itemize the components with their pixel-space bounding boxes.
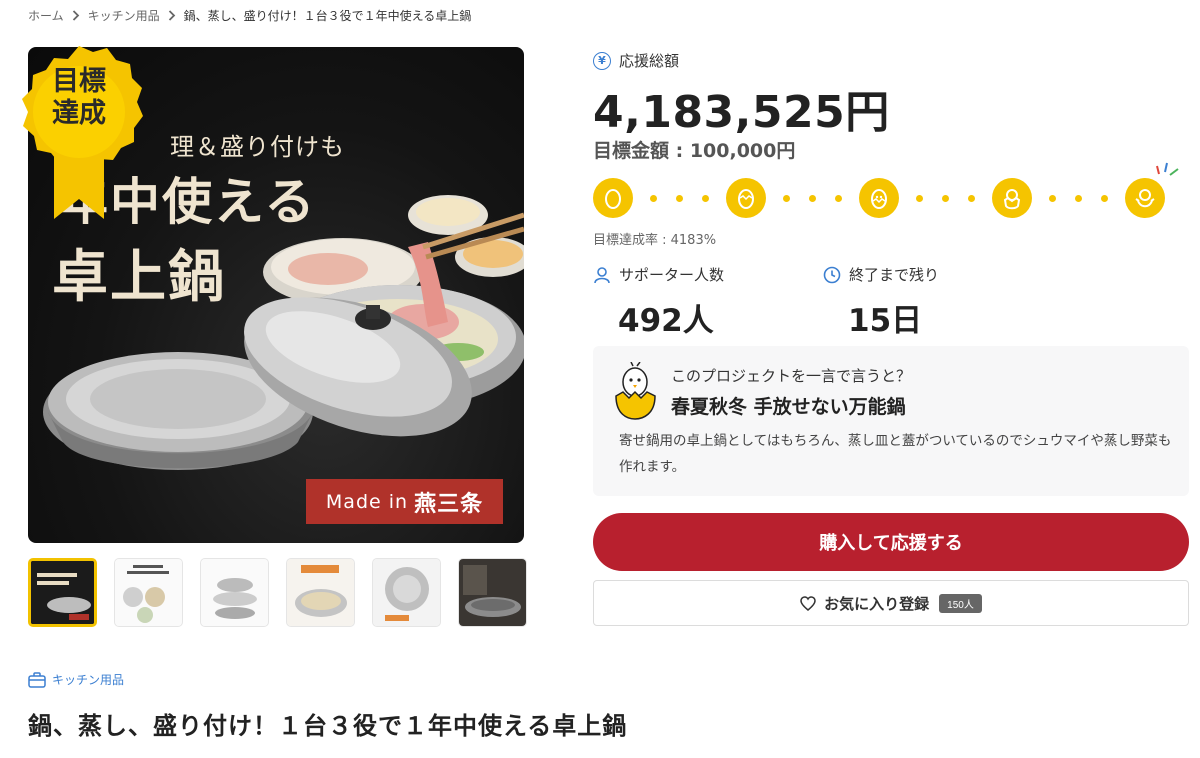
progress-dot bbox=[916, 195, 923, 202]
progress-dot bbox=[783, 195, 790, 202]
chevron-right-icon bbox=[168, 10, 176, 21]
milestone-progress bbox=[593, 162, 1179, 220]
thumbnail-5[interactable] bbox=[372, 558, 441, 627]
remaining-label: 終了まで残り bbox=[849, 266, 940, 284]
thumbnail-strip bbox=[28, 558, 527, 627]
progress-dot bbox=[1101, 195, 1108, 202]
favorite-label: お気に入り登録 bbox=[824, 595, 930, 613]
summary-question: このプロジェクトを一言で言うと？ bbox=[671, 367, 912, 385]
total-support-label: ¥ 応援総額 bbox=[593, 50, 679, 71]
chick-mascot-icon bbox=[615, 362, 656, 420]
summary-title: 春夏秋冬 手放せない万能鍋 bbox=[671, 396, 906, 418]
breadcrumb-category-link[interactable]: キッチン用品 bbox=[88, 7, 160, 24]
total-support-amount: 4,183,525円 bbox=[593, 87, 890, 138]
breadcrumb: ホーム キッチン用品 鍋、蒸し、盛り付け！１台３役で１年中使える卓上鍋 bbox=[28, 7, 471, 24]
progress-dot bbox=[702, 195, 709, 202]
made-in-prefix: Made in bbox=[325, 490, 409, 513]
progress-dot bbox=[968, 195, 975, 202]
bag-icon bbox=[28, 671, 46, 688]
thumbnail-4[interactable] bbox=[286, 558, 355, 627]
thumbnail-3[interactable] bbox=[200, 558, 269, 627]
buy-support-button[interactable]: 購入して応援する bbox=[593, 513, 1189, 571]
chick-icon bbox=[1125, 178, 1165, 218]
supporters-value: 492人 bbox=[618, 303, 714, 339]
progress-dot bbox=[676, 195, 683, 202]
thumbnail-6[interactable] bbox=[458, 558, 527, 627]
breadcrumb-home-link[interactable]: ホーム bbox=[28, 7, 64, 24]
confetti-icon bbox=[1156, 162, 1179, 176]
breadcrumb-current: 鍋、蒸し、盛り付け！１台３役で１年中使える卓上鍋 bbox=[183, 9, 472, 23]
achievement-rate: 目標達成率 : 4183% bbox=[593, 233, 717, 248]
thumbnail-1[interactable] bbox=[28, 558, 97, 627]
yen-icon: ¥ bbox=[593, 51, 611, 70]
category-tag[interactable]: キッチン用品 bbox=[28, 671, 124, 688]
progress-dot bbox=[1075, 195, 1082, 202]
progress-dot bbox=[835, 195, 842, 202]
progress-dot bbox=[809, 195, 816, 202]
supporters-label: サポーター人数 bbox=[619, 266, 725, 284]
hero-caption-line3: 卓上鍋 bbox=[52, 244, 226, 310]
progress-dot bbox=[942, 195, 949, 202]
page-title: 鍋、蒸し、盛り付け！１台３役で１年中使える卓上鍋 bbox=[28, 712, 628, 740]
chevron-right-icon bbox=[72, 10, 80, 21]
goal-amount: 目標金額 : 100,000円 bbox=[593, 140, 796, 162]
hatching-egg-icon bbox=[859, 178, 899, 218]
project-summary-card: このプロジェクトを一言で言うと？ 春夏秋冬 手放せない万能鍋 寄せ鍋用の卓上鍋と… bbox=[593, 346, 1189, 496]
cracking-egg-icon bbox=[726, 178, 766, 218]
favorite-button[interactable]: お気に入り登録 150人 bbox=[593, 580, 1189, 626]
summary-body: 寄せ鍋用の卓上鍋としてはもちろん、蒸し皿と蓋がついているのでシュウマイや蒸し野菜… bbox=[619, 433, 1172, 475]
egg-icon bbox=[593, 178, 633, 218]
supporters-stat: サポーター人数 492人 bbox=[593, 264, 724, 340]
made-in-place: 燕三条 bbox=[414, 490, 484, 517]
heart-icon bbox=[800, 595, 816, 611]
chick-in-shell-icon bbox=[992, 178, 1032, 218]
hero-caption-line1: 理＆盛り付けも bbox=[170, 133, 345, 161]
category-label: キッチン用品 bbox=[52, 673, 125, 687]
thumbnail-2[interactable] bbox=[114, 558, 183, 627]
favorite-count-badge: 150人 bbox=[939, 593, 982, 613]
remaining-value: 15日 bbox=[848, 303, 923, 339]
clock-icon bbox=[823, 266, 841, 283]
progress-dot bbox=[650, 195, 657, 202]
progress-dot bbox=[1049, 195, 1056, 202]
funding-panel: ¥ 応援総額 4,183,525円 目標金額 : 100,000円 目標達成率 … bbox=[593, 0, 1189, 758]
made-in-label: Made in 燕三条 bbox=[306, 479, 503, 524]
goal-achieved-badge-text: 目標 達成 bbox=[52, 66, 106, 129]
person-icon bbox=[594, 266, 610, 283]
remaining-stat: 終了まで残り 15日 bbox=[823, 264, 939, 340]
